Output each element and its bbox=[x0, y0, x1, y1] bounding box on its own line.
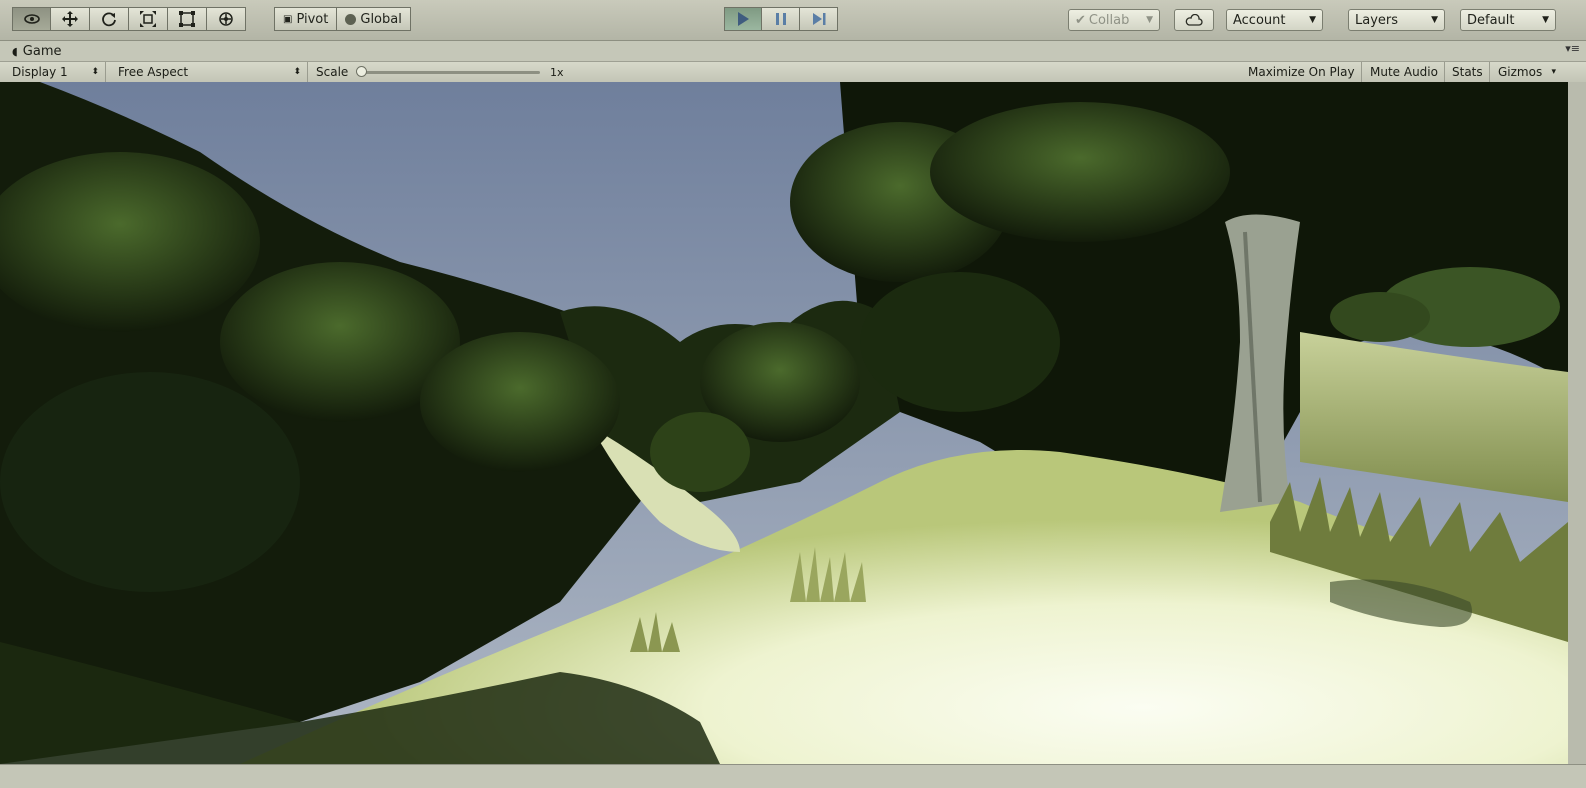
scrollbar-track[interactable] bbox=[1568, 82, 1586, 764]
layers-dropdown[interactable]: Layers ▼ bbox=[1348, 9, 1445, 31]
scale-slider-track[interactable] bbox=[360, 71, 540, 74]
cloud-icon bbox=[1185, 14, 1203, 26]
panel-menu-icon[interactable]: ▾≡ bbox=[1565, 42, 1580, 55]
status-bar bbox=[0, 764, 1586, 788]
pause-icon bbox=[775, 13, 786, 25]
chevron-down-icon: ▼ bbox=[1542, 15, 1549, 25]
account-label: Account bbox=[1233, 12, 1286, 28]
scale-icon bbox=[140, 11, 156, 27]
pause-button[interactable] bbox=[762, 7, 800, 31]
eye-icon bbox=[23, 14, 40, 24]
global-label: Global bbox=[360, 11, 402, 27]
scale-tool-button[interactable] bbox=[129, 7, 168, 31]
stats-toggle[interactable]: Stats bbox=[1446, 62, 1490, 82]
globe-icon bbox=[345, 13, 357, 25]
aspect-dropdown[interactable]: Free Aspect ⬍ bbox=[112, 62, 308, 82]
gizmos-label: Gizmos bbox=[1498, 65, 1543, 79]
pivot-global-group: ▣ Pivot Global bbox=[274, 7, 411, 33]
layers-label: Layers bbox=[1355, 12, 1399, 28]
move-arrows-icon bbox=[62, 11, 78, 27]
cloud-button[interactable] bbox=[1174, 9, 1214, 31]
step-button[interactable] bbox=[800, 7, 838, 31]
layout-label: Default bbox=[1467, 12, 1515, 28]
display-dropdown[interactable]: Display 1 ⬍ bbox=[6, 62, 106, 82]
pivot-toggle[interactable]: ▣ Pivot bbox=[274, 7, 338, 31]
tab-game-label: Game bbox=[22, 43, 62, 59]
game-controller-icon: ◖ bbox=[12, 44, 18, 58]
pivot-icon: ▣ bbox=[283, 13, 293, 25]
rotate-tool-button[interactable] bbox=[90, 7, 129, 31]
scale-slider-thumb[interactable] bbox=[356, 66, 367, 77]
gizmos-dropdown[interactable]: Gizmos ▾ bbox=[1492, 62, 1562, 82]
collab-dropdown[interactable]: ✔ Collab ▼ bbox=[1068, 9, 1160, 31]
account-dropdown[interactable]: Account ▼ bbox=[1226, 9, 1323, 31]
rotate-icon bbox=[102, 12, 116, 27]
chevron-down-icon: ▼ bbox=[1309, 15, 1316, 25]
move-tool-button[interactable] bbox=[51, 7, 90, 31]
updown-arrows-icon: ⬍ bbox=[91, 67, 99, 77]
step-icon bbox=[812, 13, 825, 25]
mute-audio-toggle[interactable]: Mute Audio bbox=[1364, 62, 1445, 82]
transform-tool-button[interactable] bbox=[207, 7, 246, 31]
game-panel-tabbar: ◖ Game ▾≡ bbox=[0, 41, 1586, 61]
play-icon bbox=[738, 12, 749, 26]
scale-value: 1x bbox=[550, 65, 564, 79]
scale-label: Scale bbox=[316, 65, 349, 79]
display-label: Display 1 bbox=[12, 65, 68, 79]
rect-transform-icon bbox=[179, 11, 195, 27]
view-tool-button[interactable] bbox=[12, 7, 51, 31]
main-toolbar: ▣ Pivot Global ✔ Collab ▼ Account ▼ Laye… bbox=[0, 0, 1586, 41]
transform-icon bbox=[219, 12, 233, 26]
global-toggle[interactable]: Global bbox=[337, 7, 411, 31]
checkmark-icon: ✔ bbox=[1075, 12, 1086, 28]
forest-scene-render bbox=[0, 82, 1568, 764]
chevron-down-icon: ▾ bbox=[1551, 67, 1556, 77]
aspect-label: Free Aspect bbox=[118, 65, 189, 79]
pivot-label: Pivot bbox=[296, 11, 329, 27]
play-button[interactable] bbox=[724, 7, 762, 31]
chevron-down-icon: ▼ bbox=[1431, 15, 1438, 25]
rect-tool-button[interactable] bbox=[168, 7, 207, 31]
game-view-controlbar: Display 1 ⬍ Free Aspect ⬍ Scale 1x Maxim… bbox=[0, 61, 1586, 83]
collab-label: Collab bbox=[1088, 12, 1130, 28]
maximize-on-play-toggle[interactable]: Maximize On Play bbox=[1242, 62, 1362, 82]
chevron-down-icon: ▼ bbox=[1146, 15, 1153, 25]
game-view-viewport[interactable] bbox=[0, 82, 1568, 764]
layout-dropdown[interactable]: Default ▼ bbox=[1460, 9, 1556, 31]
tab-game[interactable]: ◖ Game bbox=[6, 42, 72, 60]
transform-tools-group bbox=[12, 7, 246, 33]
updown-arrows-icon: ⬍ bbox=[293, 67, 301, 77]
playback-controls bbox=[724, 7, 838, 33]
